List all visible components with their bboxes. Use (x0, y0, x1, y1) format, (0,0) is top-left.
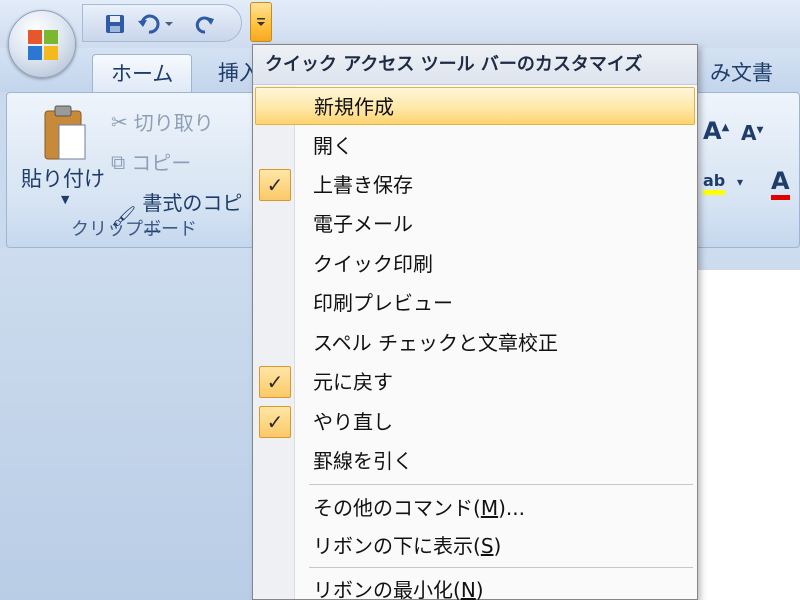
copy-label: コピー (131, 151, 192, 175)
menu-item-label: 罫線を引く (313, 449, 413, 473)
copy-icon: ⧉ (111, 149, 126, 174)
paste-icon[interactable] (39, 103, 89, 165)
tab-home[interactable]: ホーム (92, 54, 193, 92)
grow-font-icon[interactable]: A▲ (703, 117, 729, 145)
clipboard-group-label: クリップボード (71, 219, 197, 240)
menu-item-redo[interactable]: ✓ やり直し (255, 403, 695, 441)
menu-item-draw-table[interactable]: 罫線を引く (255, 442, 695, 480)
menu-item-more-commands[interactable]: その他のコマンド(M)... (255, 489, 695, 527)
menu-item-spelling[interactable]: スペル チェックと文章校正 (255, 324, 695, 362)
menu-separator (309, 567, 693, 568)
menu-item-label: 開く (313, 134, 353, 158)
check-icon: ✓ (259, 406, 291, 438)
scissors-icon: ✂ (111, 109, 128, 134)
menu-item-new[interactable]: 新規作成 (255, 87, 695, 125)
check-icon: ✓ (259, 169, 291, 201)
font-group: A▲ A▼ ab ▾ A (697, 113, 800, 223)
menu-title: クイック アクセス ツール バーのカスタマイズ (253, 45, 697, 85)
office-logo-icon (28, 30, 58, 60)
paste-dropdown-icon[interactable]: ▼ (61, 193, 69, 206)
undo-dropdown-icon[interactable] (161, 11, 177, 37)
menu-item-quick-print[interactable]: クイック印刷 (255, 245, 695, 283)
menu-item-label: 元に戻す (313, 370, 393, 394)
menu-item-email[interactable]: 電子メール (255, 205, 695, 243)
paste-button[interactable]: 貼り付け (21, 163, 105, 193)
save-icon[interactable] (101, 11, 129, 37)
undo-icon[interactable] (135, 11, 163, 37)
menu-item-label: 印刷プレビュー (313, 291, 453, 315)
highlighter-icon[interactable]: ab (703, 171, 726, 195)
menu-item-print-preview[interactable]: 印刷プレビュー (255, 284, 695, 322)
tab-review[interactable]: み文書 (692, 54, 791, 92)
menu-item-save[interactable]: ✓ 上書き保存 (255, 166, 695, 204)
menu-item-label: スペル チェックと文章校正 (313, 331, 558, 355)
menu-item-label: その他のコマンド(M)... (313, 496, 525, 520)
menu-item-show-below-ribbon[interactable]: リボンの下に表示(S) (255, 527, 695, 565)
menu-separator (309, 484, 693, 485)
highlighter-dropdown-icon[interactable]: ▾ (737, 175, 743, 189)
quick-access-toolbar (82, 4, 242, 42)
menu-item-label: クイック印刷 (313, 252, 433, 276)
qat-customize-menu: クイック アクセス ツール バーのカスタマイズ 新規作成 開く ✓ 上書き保存 … (252, 44, 698, 600)
copy-button[interactable]: ⧉ コピー (111, 147, 191, 176)
check-icon: ✓ (259, 366, 291, 398)
menu-item-undo[interactable]: ✓ 元に戻す (255, 363, 695, 401)
menu-item-label: リボンの下に表示(S) (313, 534, 502, 558)
menu-item-open[interactable]: 開く (255, 127, 695, 165)
clipboard-group: 貼り付け ▼ ✂ 切り取り ⧉ コピー 🖌 書式のコピー クリップボード (11, 97, 257, 244)
cut-button[interactable]: ✂ 切り取り (111, 107, 214, 136)
menu-item-label: やり直し (313, 410, 393, 434)
redo-icon[interactable] (191, 11, 219, 37)
office-button[interactable] (8, 10, 76, 78)
font-color-icon[interactable]: A (771, 167, 790, 200)
cut-label: 切り取り (133, 111, 214, 135)
menu-item-label: 新規作成 (314, 95, 394, 119)
shrink-font-icon[interactable]: A▼ (741, 121, 763, 145)
menu-item-minimize-ribbon[interactable]: リボンの最小化(N) (255, 571, 695, 600)
chevron-down-icon (257, 18, 265, 26)
menu-item-label: 上書き保存 (313, 173, 413, 197)
menu-item-label: 電子メール (313, 212, 413, 236)
menu-item-label: リボンの最小化(N) (313, 578, 484, 600)
customize-qat-button[interactable] (250, 2, 272, 42)
